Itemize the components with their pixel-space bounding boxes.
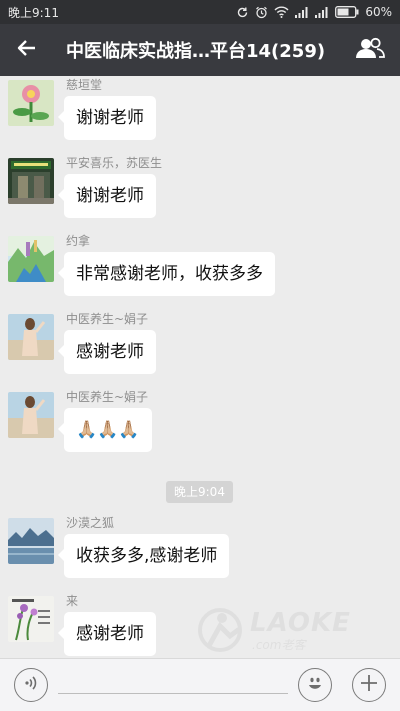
message-input[interactable] bbox=[58, 693, 288, 694]
sender-name: 平安喜乐，苏医生 bbox=[66, 156, 163, 170]
watermark-text: LAOKE bbox=[250, 608, 351, 638]
message-bubble[interactable]: 感谢老师 bbox=[58, 330, 156, 374]
emoji-button[interactable] bbox=[298, 668, 332, 702]
voice-button[interactable] bbox=[14, 668, 48, 702]
message-bubble[interactable]: 感谢老师 bbox=[58, 612, 156, 656]
plus-icon bbox=[359, 673, 379, 697]
emoji-icon bbox=[304, 672, 326, 698]
sender-name: 约拿 bbox=[66, 234, 91, 248]
signal-icon bbox=[295, 6, 309, 18]
status-bar: 晚上9:11 60% bbox=[0, 0, 400, 24]
message-bubble[interactable]: 非常感谢老师，收获多多 bbox=[58, 252, 275, 296]
battery-icon bbox=[335, 6, 359, 18]
sender-name: 中医养生~娟子 bbox=[66, 312, 149, 326]
avatar[interactable] bbox=[8, 392, 54, 438]
chat-header: 中医临床实战指…平台14(259) bbox=[0, 24, 400, 76]
group-members-icon bbox=[355, 37, 385, 63]
back-button[interactable] bbox=[0, 24, 54, 76]
group-info-button[interactable] bbox=[340, 24, 400, 76]
avatar[interactable] bbox=[8, 518, 54, 564]
refresh-icon bbox=[236, 6, 249, 19]
avatar[interactable] bbox=[8, 596, 54, 642]
chat-message-list[interactable]: 慈垣堂 谢谢老师 平安喜乐，苏医生 谢谢老师 约拿 非常感谢老师，收获多多 中医… bbox=[0, 76, 400, 658]
message-bubble[interactable]: 谢谢老师 bbox=[58, 174, 156, 218]
avatar[interactable] bbox=[8, 80, 54, 126]
voice-icon bbox=[22, 674, 40, 696]
wifi-icon bbox=[274, 6, 289, 18]
status-time: 晚上9:11 bbox=[8, 5, 59, 20]
sender-name: 慈垣堂 bbox=[66, 78, 103, 92]
message-bubble[interactable]: 🙏🏼🙏🏼🙏🏼 bbox=[58, 408, 152, 452]
input-bar bbox=[0, 658, 400, 711]
battery-percent: 60% bbox=[365, 5, 392, 19]
message-bubble[interactable]: 谢谢老师 bbox=[58, 96, 156, 140]
avatar[interactable] bbox=[8, 158, 54, 204]
chat-title: 中医临床实战指…平台14(259) bbox=[66, 41, 326, 62]
arrow-left-icon bbox=[17, 38, 37, 62]
signal-icon bbox=[315, 6, 329, 18]
sender-name: 来 bbox=[66, 594, 79, 608]
avatar[interactable] bbox=[8, 236, 54, 282]
sender-name: 沙漠之狐 bbox=[66, 516, 115, 530]
watermark-logo: LAOKE .com老客 bbox=[196, 606, 366, 656]
more-button[interactable] bbox=[352, 668, 386, 702]
avatar[interactable] bbox=[8, 314, 54, 360]
watermark-subtext: .com老客 bbox=[252, 638, 306, 652]
time-divider: 晚上9:04 bbox=[166, 481, 233, 503]
message-bubble[interactable]: 收获多多,感谢老师 bbox=[57, 534, 230, 578]
alarm-icon bbox=[255, 6, 268, 19]
sender-name: 中医养生~娟子 bbox=[66, 390, 149, 404]
